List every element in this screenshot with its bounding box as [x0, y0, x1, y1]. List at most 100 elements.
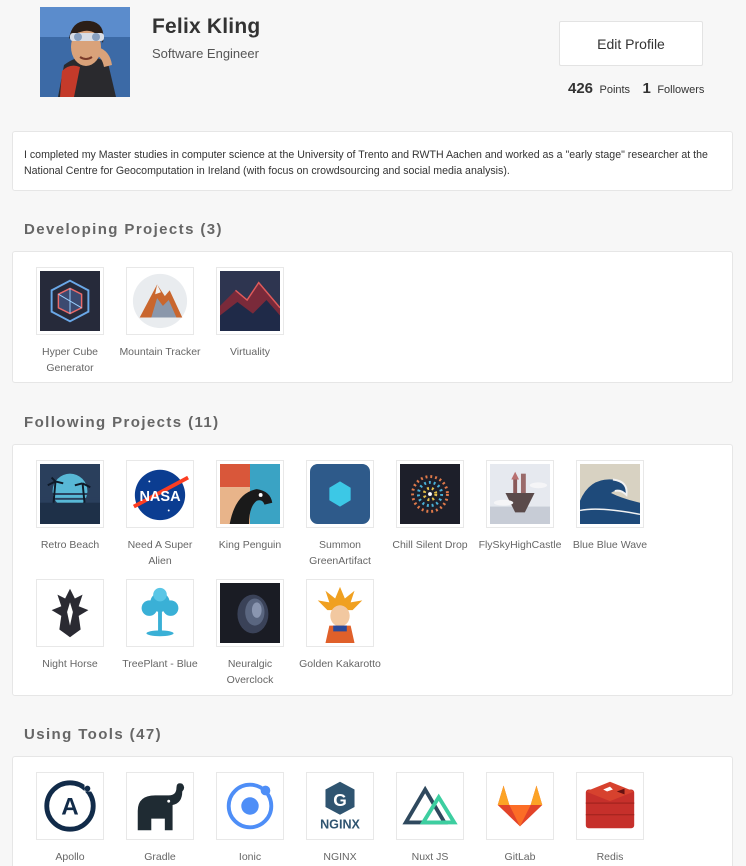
thumb-frame	[306, 460, 374, 528]
apollo-icon: A	[40, 776, 100, 836]
developing-projects-panel: Hyper Cube Generator Mountain Tracker Vi…	[12, 251, 733, 383]
profile-header: Felix Kling Software Engineer Edit Profi…	[0, 0, 746, 120]
tool-card-nginx[interactable]: G NGINX NGINX	[295, 772, 385, 866]
project-label: Night Horse	[42, 658, 98, 670]
hyper-cube-icon	[40, 271, 100, 331]
tool-label: Gradle	[144, 851, 176, 863]
dots-spiral-icon	[400, 464, 460, 524]
project-card-flyskyhighcastle[interactable]: FlySkyHighCastle	[475, 460, 565, 579]
tool-label: GitLab	[504, 851, 536, 863]
tool-card-ionic[interactable]: Ionic	[205, 772, 295, 866]
thumb-frame	[576, 772, 644, 840]
redis-icon	[580, 776, 640, 836]
points-value: 426	[568, 80, 594, 97]
project-label: Hyper Cube Generator	[41, 346, 99, 374]
project-card-night-horse[interactable]: Night Horse	[25, 579, 115, 698]
tool-card-nuxt-js[interactable]: Nuxt JS	[385, 772, 475, 866]
profile-stats: 426 Points 1 Followers	[568, 80, 704, 98]
thumb-frame	[36, 579, 104, 647]
ionic-icon	[220, 776, 280, 836]
tool-card-apollo[interactable]: A Apollo	[25, 772, 115, 866]
profile-name: Felix Kling	[152, 15, 261, 38]
thumb-frame	[486, 460, 554, 528]
developing-projects-title: Developing Projects (3)	[24, 221, 223, 238]
gradle-icon	[130, 776, 190, 836]
project-label: King Penguin	[218, 539, 282, 551]
retro-beach-icon	[40, 464, 100, 524]
nasa-icon: NASA	[130, 464, 190, 524]
project-label: FlySkyHighCastle	[478, 539, 562, 551]
project-label: Summon GreenArtifact	[309, 539, 371, 567]
thumb-frame: NASA	[126, 460, 194, 528]
project-card-need-a-super-alien[interactable]: NASA Need A Super Alien	[115, 460, 205, 579]
tool-card-gradle[interactable]: Gradle	[115, 772, 205, 866]
thumb-frame	[576, 460, 644, 528]
nuxt-icon	[400, 776, 460, 836]
thumb-frame	[126, 267, 194, 335]
thumb-frame	[216, 460, 284, 528]
project-label: Retro Beach	[40, 539, 100, 551]
thumb-frame	[306, 579, 374, 647]
tool-card-gitlab[interactable]: GitLab	[475, 772, 565, 866]
penguin-icon	[220, 464, 280, 524]
thumb-frame	[36, 267, 104, 335]
project-card-blue-blue-wave[interactable]: Blue Blue Wave	[565, 460, 655, 579]
thumb-frame: A	[36, 772, 104, 840]
nginx-icon: G NGINX	[310, 776, 370, 836]
thumb-frame	[216, 267, 284, 335]
project-card-virtuality[interactable]: Virtuality	[205, 267, 295, 386]
followers-label[interactable]: Followers	[657, 84, 704, 96]
using-tools-title: Using Tools (47)	[24, 726, 162, 743]
thumb-frame	[126, 772, 194, 840]
following-projects-title: Following Projects (11)	[24, 414, 220, 431]
project-card-mountain-tracker[interactable]: Mountain Tracker	[115, 267, 205, 386]
project-card-king-penguin[interactable]: King Penguin	[205, 460, 295, 579]
project-card-retro-beach[interactable]: Retro Beach	[25, 460, 115, 579]
wave-icon	[580, 464, 640, 524]
gitlab-icon	[490, 776, 550, 836]
edit-profile-button[interactable]: Edit Profile	[559, 21, 703, 66]
project-label: Need A Super Alien	[127, 539, 193, 567]
tool-label: Redis	[596, 851, 624, 863]
thumb-frame	[396, 772, 464, 840]
tool-label: Apollo	[55, 851, 85, 863]
points-label: Points	[599, 84, 631, 96]
project-label: Neuralgic Overclock	[226, 658, 274, 686]
virtuality-icon	[220, 271, 280, 331]
thumb-frame: G NGINX	[306, 772, 374, 840]
tool-label: NGINX	[323, 851, 357, 863]
project-label: Mountain Tracker	[119, 346, 201, 358]
tool-card-redis[interactable]: Redis	[565, 772, 655, 866]
thumb-frame	[486, 772, 554, 840]
floating-castle-icon	[490, 464, 550, 524]
project-card-hyper-cube-generator[interactable]: Hyper Cube Generator	[25, 267, 115, 386]
avatar[interactable]	[40, 7, 130, 97]
project-card-treeplant-blue[interactable]: TreePlant - Blue	[115, 579, 205, 698]
project-label: Blue Blue Wave	[572, 539, 648, 551]
tree-icon	[130, 583, 190, 643]
thumb-frame	[216, 772, 284, 840]
nginx-logo-text: NGINX	[320, 817, 360, 831]
mountain-icon	[130, 271, 190, 331]
tool-label: Nuxt JS	[411, 851, 449, 863]
using-tools-panel: A Apollo Gradle Ionic G NGINX NGINX Nuxt…	[12, 756, 733, 866]
followers-value[interactable]: 1	[643, 80, 651, 97]
nginx-logo-letter: G	[333, 790, 347, 810]
apollo-logo-text: A	[61, 794, 78, 821]
following-projects-panel: Retro Beach NASA Need A Super Alien King…	[12, 444, 733, 696]
project-card-neuralgic-overclock[interactable]: Neuralgic Overclock	[205, 579, 295, 698]
hexagon-icon	[310, 464, 370, 524]
profile-bio: I completed my Master studies in compute…	[12, 131, 733, 191]
neuralgic-icon	[220, 583, 280, 643]
svg-text:NASA: NASA	[139, 489, 181, 505]
thumb-frame	[36, 460, 104, 528]
project-card-summon-greenartifact[interactable]: Summon GreenArtifact	[295, 460, 385, 579]
project-card-golden-kakarotto[interactable]: Golden Kakarotto	[295, 579, 385, 698]
thumb-frame	[216, 579, 284, 647]
project-label: Chill Silent Drop	[392, 539, 468, 551]
thumb-frame	[396, 460, 464, 528]
night-horse-icon	[40, 583, 100, 643]
project-card-chill-silent-drop[interactable]: Chill Silent Drop	[385, 460, 475, 579]
project-label: Golden Kakarotto	[299, 658, 381, 670]
project-label: TreePlant - Blue	[122, 658, 198, 670]
